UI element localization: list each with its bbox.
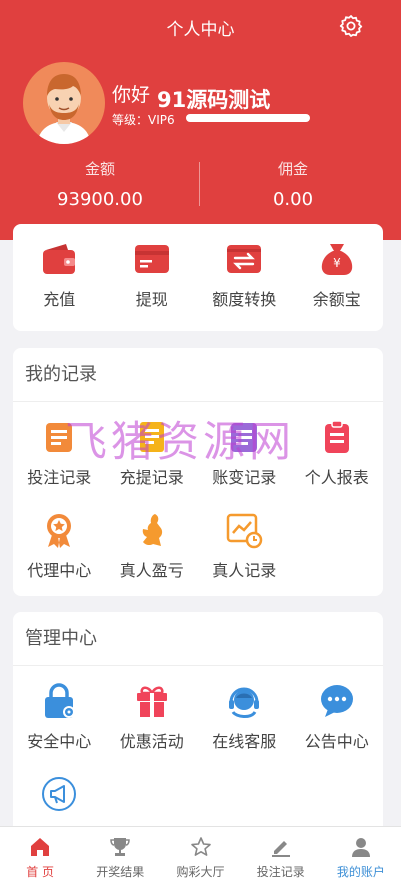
personal-report-label: 个人报表 (304, 468, 369, 487)
management-title: 管理中心 (13, 612, 383, 666)
wallet-icon (43, 244, 76, 274)
card-icon (134, 245, 169, 273)
security-center-button[interactable]: 安全中心 (13, 682, 106, 775)
nav-results[interactable]: 开奖结果 (80, 827, 160, 885)
nav-my-account[interactable]: 我的账户 (321, 827, 401, 885)
nav-bet-records[interactable]: 投注记录 (241, 827, 321, 885)
management-card: 管理中心 安全中心 优惠活动 在线客服 公告中心 (13, 612, 383, 842)
commission-stat: 佣金 0.00 (193, 158, 393, 210)
balance-value: 93900.00 (57, 189, 143, 210)
customer-service-icon (229, 687, 260, 718)
nav-my-account-label: 我的账户 (336, 865, 385, 879)
nav-bet-records-label: 投注记录 (256, 865, 305, 879)
money-bag-icon: ¥ (321, 244, 352, 275)
balance-stat: 金额 93900.00 (0, 158, 200, 210)
live-record-icon (227, 513, 263, 549)
live-profit-icon (142, 514, 162, 546)
transfer-label: 额度转换 (212, 290, 277, 309)
records-title: 我的记录 (13, 348, 383, 402)
customer-service-label: 在线客服 (212, 732, 277, 751)
agent-medal-icon (47, 514, 72, 548)
nav-lottery-hall-label: 购彩大厅 (176, 865, 225, 879)
profile-header: 个人中心 你好 91源码测试 等级：VIP6 金额 93900.00 佣金 0.… (0, 0, 401, 240)
nav-lottery-hall[interactable]: 购彩大厅 (160, 827, 240, 885)
customer-service-button[interactable]: 在线客服 (198, 682, 291, 775)
bottom-nav: 首 页 开奖结果 购彩大厅 投注记录 我的账户 (0, 826, 401, 885)
level-progress-bar (186, 114, 310, 122)
balance-label: 金额 (84, 160, 115, 178)
star-icon (190, 837, 211, 856)
security-center-label: 安全中心 (27, 732, 92, 751)
recharge-button[interactable]: 充值 (13, 240, 106, 310)
nav-results-label: 开奖结果 (96, 865, 145, 879)
home-icon (31, 838, 50, 856)
promotions-button[interactable]: 优惠活动 (106, 682, 199, 775)
report-icon (324, 420, 349, 453)
live-record-label: 真人记录 (212, 561, 277, 580)
nav-home-label: 首 页 (26, 865, 55, 879)
avatar[interactable] (23, 62, 105, 144)
gear-icon[interactable] (339, 14, 363, 38)
withdraw-label: 提现 (135, 290, 168, 309)
greeting: 你好 (112, 84, 151, 106)
live-profit-label: 真人盈亏 (119, 561, 184, 580)
announcements-button[interactable]: 公告中心 (291, 682, 384, 775)
nav-home[interactable]: 首 页 (0, 827, 80, 885)
gift-icon (136, 686, 167, 717)
user-icon (351, 838, 370, 857)
vip-level: 等级：VIP6 (112, 113, 175, 127)
announcements-label: 公告中心 (304, 732, 369, 751)
yuebao-label: 余额宝 (312, 290, 361, 309)
megaphone-icon (42, 777, 77, 811)
lock-icon (45, 683, 76, 718)
recharge-label: 充值 (43, 290, 76, 309)
records-card: 我的记录 投注记录 充提记录 账变记录 个人报表 代理中心 真人盈亏 真人记录 (13, 348, 383, 596)
transfer-button[interactable]: 额度转换 (198, 240, 291, 310)
commission-value: 0.00 (272, 189, 314, 210)
yuebao-button[interactable]: ¥ 余额宝 (291, 240, 384, 310)
agent-center-label: 代理中心 (27, 561, 92, 580)
live-record-button[interactable]: 真人记录 (198, 511, 291, 604)
wallet-card: 充值 提现 额度转换 ¥ 余额宝 (13, 224, 383, 331)
agent-center-button[interactable]: 代理中心 (13, 511, 106, 604)
trophy-icon (110, 838, 131, 856)
transfer-icon (227, 245, 262, 273)
pen-icon (271, 841, 290, 857)
live-profit-button[interactable]: 真人盈亏 (106, 511, 199, 604)
promotions-label: 优惠活动 (119, 732, 184, 751)
svg-text:¥: ¥ (333, 256, 341, 270)
withdraw-button[interactable]: 提现 (106, 240, 199, 310)
personal-report-button[interactable]: 个人报表 (291, 418, 384, 511)
chat-icon (320, 685, 353, 717)
username: 91源码测试 (157, 88, 271, 112)
commission-label: 佣金 (277, 160, 308, 178)
watermark: 飞猪资源网 (65, 417, 296, 466)
